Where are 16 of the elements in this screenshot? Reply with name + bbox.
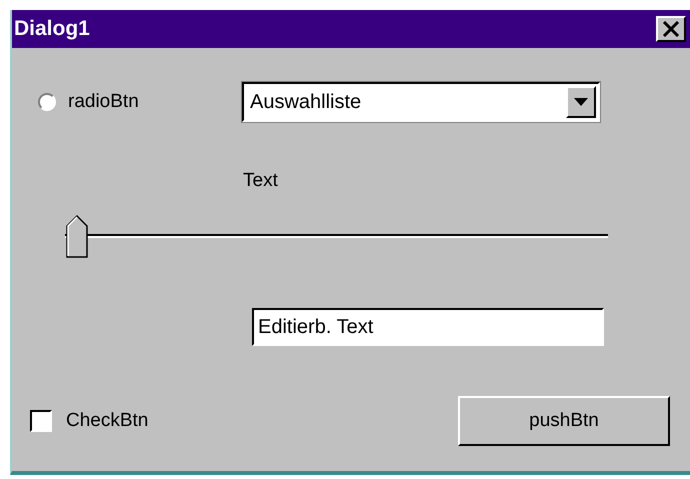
dropdown-value: Auswahlliste <box>250 90 362 114</box>
checkbox-label: CheckBtn <box>66 410 148 432</box>
caret-icon <box>574 98 588 106</box>
slider-label: Text <box>243 170 278 192</box>
close-button[interactable] <box>656 16 686 42</box>
window-title: Dialog1 <box>14 17 90 41</box>
text-field[interactable]: Editierb. Text <box>252 308 604 346</box>
slider-track[interactable] <box>65 214 608 258</box>
push-button[interactable]: pushBtn <box>458 396 670 446</box>
close-icon <box>662 21 680 37</box>
dropdown[interactable]: Auswahlliste <box>242 82 600 122</box>
radio-button[interactable] <box>38 93 56 111</box>
slider-thumb[interactable] <box>65 214 89 258</box>
dropdown-arrow-button[interactable] <box>566 86 596 118</box>
radio-label: radioBtn <box>68 91 139 113</box>
checkbox[interactable] <box>30 410 52 432</box>
